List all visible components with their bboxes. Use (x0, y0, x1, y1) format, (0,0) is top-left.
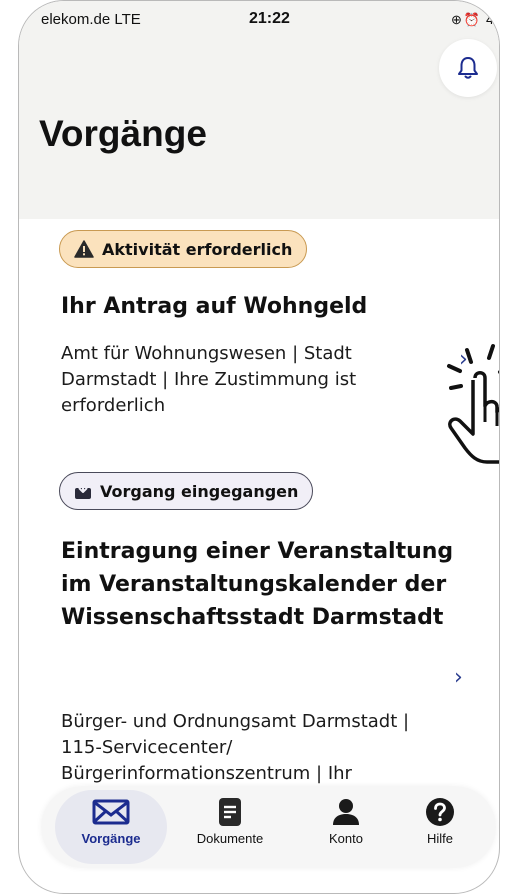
vorgang-title[interactable]: Eintragung einer Veranstaltung im Verans… (61, 535, 461, 634)
chevron-right-icon[interactable]: › (454, 665, 463, 690)
phone-screen: elekom.de LTE 21:22 ⊕⏰ 47 % Vorgänge Akt… (18, 0, 500, 894)
tab-label: Vorgänge (81, 831, 141, 846)
vorgang-title[interactable]: Ihr Antrag auf Wohngeld (61, 291, 461, 322)
mail-icon (92, 799, 130, 825)
alarm-icon: ⏰ (463, 12, 481, 27)
rotation-lock-icon: ⊕ (451, 12, 462, 27)
tab-konto[interactable]: Konto (303, 796, 389, 858)
status-time: 21:22 (249, 10, 290, 27)
status-badge-received: Vorgang eingegangen (59, 472, 314, 510)
notifications-button[interactable] (439, 39, 497, 97)
status-bar: elekom.de LTE 21:22 ⊕⏰ 47 % (19, 9, 499, 33)
tab-vorgaenge[interactable]: Vorgänge (55, 790, 167, 864)
help-icon (426, 798, 454, 826)
tab-label: Hilfe (426, 831, 453, 846)
battery-percent: 47 % (485, 11, 499, 27)
badge-label: Aktivität erforderlich (102, 239, 293, 259)
tab-label: Konto (329, 831, 363, 846)
vorgang-description: Bürger- und Ordnungsamt Darmstadt | 115-… (61, 711, 410, 784)
tab-hilfe[interactable]: Hilfe (393, 796, 487, 858)
badge-label: Vorgang eingegangen (100, 481, 299, 501)
bell-icon (458, 57, 478, 79)
warning-icon (74, 240, 94, 258)
vorgang-description: Amt für Wohnungswesen | Stadt Darmstadt … (61, 343, 357, 416)
status-badge-action-required: Aktivität erforderlich (59, 230, 308, 268)
tab-dokumente[interactable]: Dokumente (183, 796, 277, 858)
status-indicators: ⊕⏰ 47 % (451, 11, 499, 28)
tap-hand-icon (447, 344, 499, 464)
bottom-tab-bar: Vorgänge Dokumente Konto Hilfe (41, 786, 496, 868)
page-title: Vorgänge (39, 113, 207, 154)
tab-label: Dokumente (196, 831, 264, 846)
person-icon (333, 799, 359, 825)
document-icon (219, 798, 241, 826)
inbox-icon (75, 482, 91, 499)
header-area (19, 1, 499, 219)
status-carrier: elekom.de LTE (41, 11, 141, 28)
